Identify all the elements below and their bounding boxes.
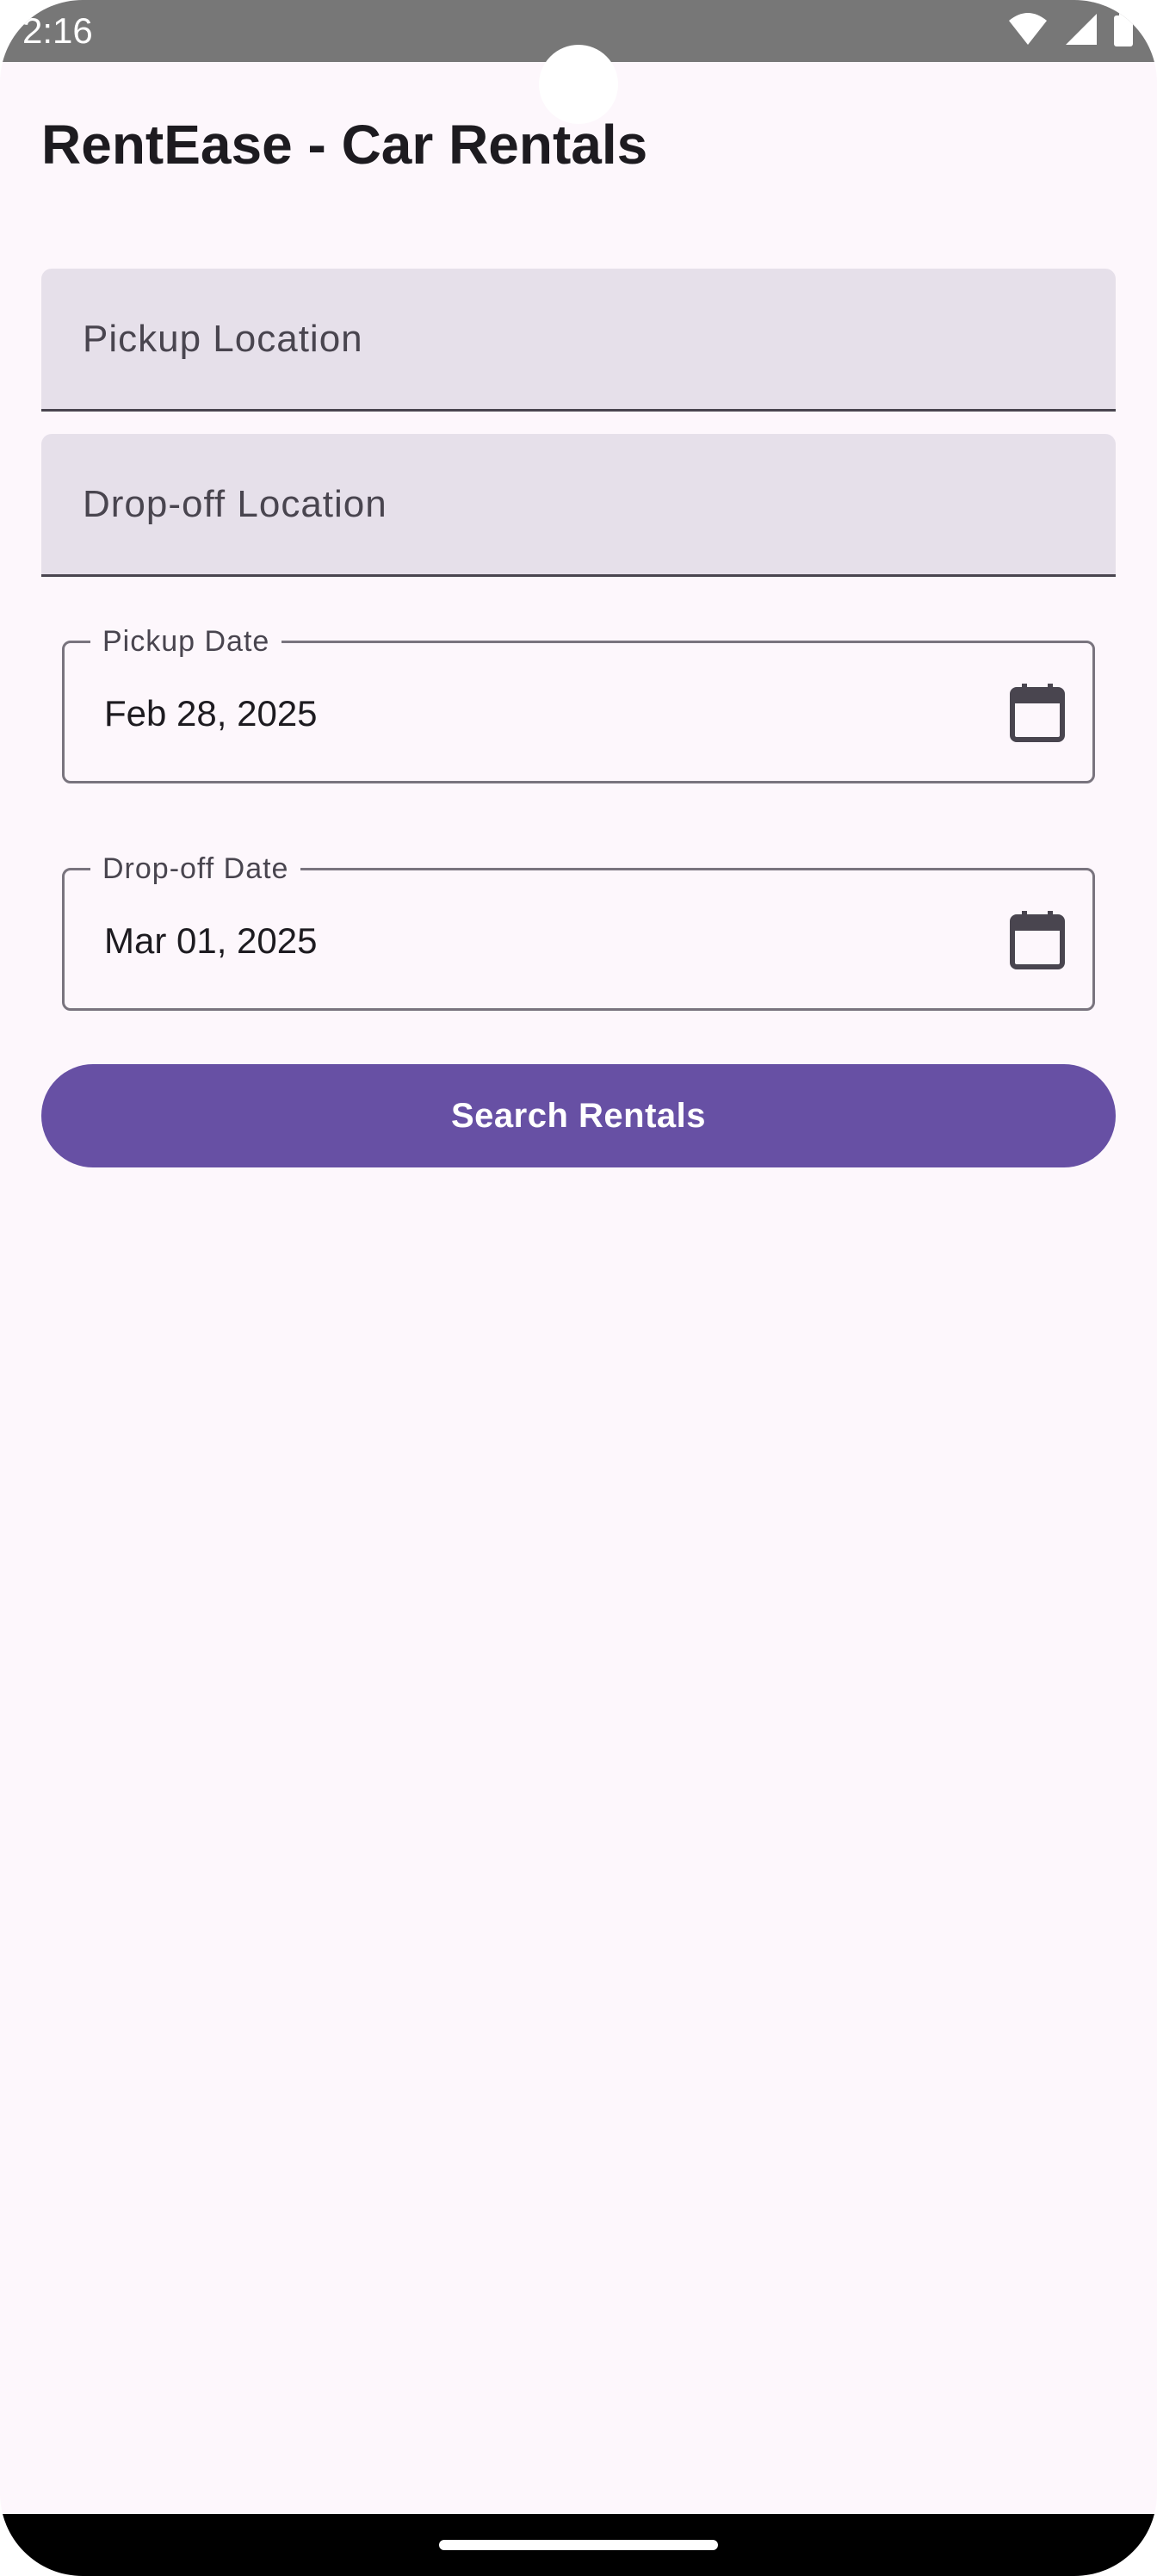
home-indicator[interactable] [439,2540,718,2550]
status-icons [1007,11,1133,51]
status-time: 2:16 [22,10,93,51]
calendar-icon[interactable] [1008,910,1067,970]
phone-screen: 2:16 RentEase - Car Rentals Pickup Locat… [0,0,1157,2576]
search-rentals-button[interactable]: Search Rentals [41,1064,1116,1167]
battery-icon [1114,11,1133,51]
dropoff-date-field[interactable]: Drop-off Date Mar 01, 2025 [62,850,1095,1011]
pickup-location-field[interactable] [41,269,1116,412]
signal-icon [1064,12,1098,51]
pickup-date-field[interactable]: Pickup Date Feb 28, 2025 [62,622,1095,783]
app-title: RentEase - Car Rentals [41,114,648,176]
pickup-date-label: Pickup Date [90,622,282,660]
dropoff-location-input[interactable] [41,434,1116,574]
calendar-icon[interactable] [1008,683,1067,743]
dropoff-date-label: Drop-off Date [90,850,301,888]
wifi-icon [1007,12,1049,51]
pickup-location-input[interactable] [41,269,1116,409]
dropoff-location-field[interactable] [41,434,1116,577]
pickup-date-value: Feb 28, 2025 [104,693,318,734]
dropoff-date-value: Mar 01, 2025 [104,920,318,961]
